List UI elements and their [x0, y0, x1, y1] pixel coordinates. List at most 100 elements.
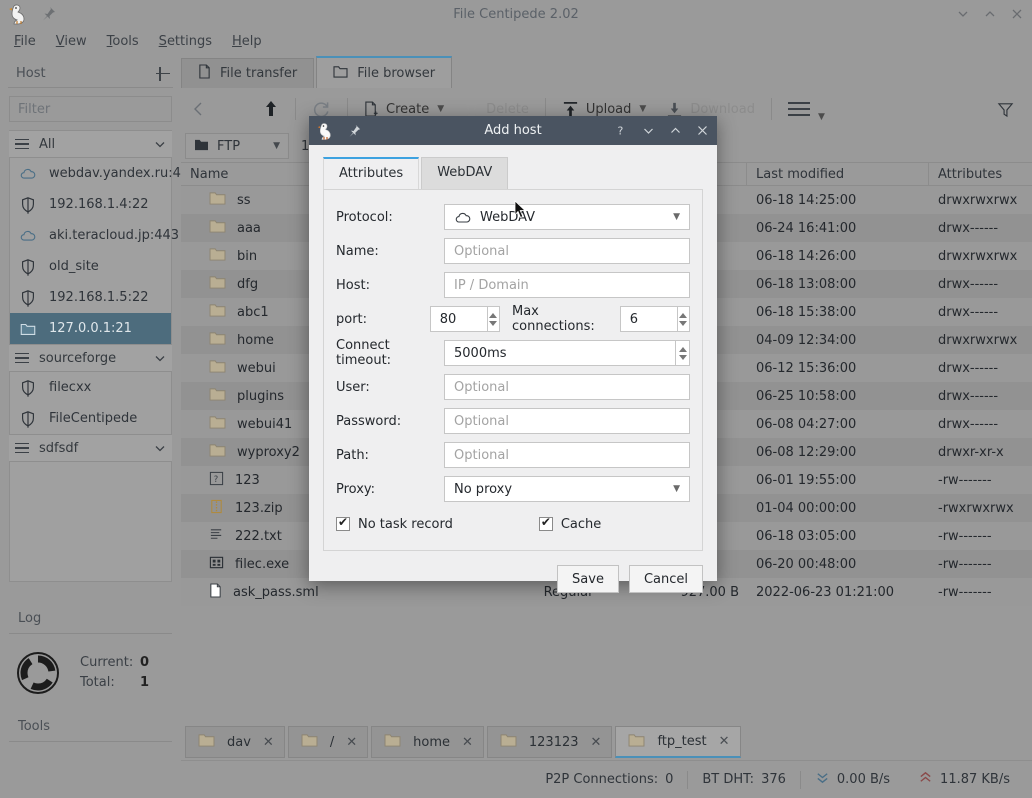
menu-file[interactable]: File [14, 34, 36, 49]
status-bar: P2P Connections: 0 BT DHT: 376 0.00 B/s … [181, 760, 1032, 798]
chevron-down-icon[interactable]: ▼ [273, 141, 280, 151]
sidebar-item-webdav-yandex[interactable]: webdav.yandex.ru:443 [10, 158, 197, 189]
sidebar-item-192-168-1-5[interactable]: 192.168.1.5:22 [10, 282, 171, 313]
close-icon[interactable]: ✕ [346, 735, 357, 750]
maximize-icon[interactable] [669, 124, 682, 137]
name-input[interactable]: Optional [444, 238, 690, 264]
log-total-label: Total: [80, 675, 115, 690]
close-icon[interactable]: ✕ [719, 734, 730, 749]
proxy-select[interactable]: No proxy ▼ [444, 476, 690, 502]
sidebar-item-old-site[interactable]: old_site [10, 251, 171, 282]
pin-icon[interactable] [347, 124, 361, 138]
cell-modified: 06-18 03:05:00 [756, 528, 857, 544]
dialog-tab-attributes[interactable]: Attributes [323, 157, 420, 189]
cell-attributes: -rwxrwxrwx [938, 500, 1014, 516]
dialog-tab-webdav[interactable]: WebDAV [421, 157, 509, 189]
stepper-up-icon[interactable] [489, 312, 498, 318]
close-icon[interactable] [1010, 7, 1024, 21]
sidebar-group-all[interactable]: All [9, 130, 172, 158]
forward-button[interactable] [217, 94, 253, 124]
up-button[interactable] [253, 94, 289, 124]
sidebar-item-filecxx[interactable]: filecxx [10, 372, 171, 403]
session-tab-home[interactable]: home ✕ [371, 726, 484, 758]
cell-attributes: drwxrwxrwx [938, 332, 1018, 348]
sidebar-group-sourceforge[interactable]: sourceforge [9, 344, 172, 372]
chevron-down-icon[interactable] [154, 138, 166, 150]
cancel-button[interactable]: Cancel [628, 565, 703, 593]
session-tab-ftp-test[interactable]: ftp_test ✕ [615, 726, 741, 758]
chevron-down-icon[interactable]: ▼ [818, 112, 825, 122]
stepper-down-icon[interactable] [678, 354, 687, 360]
sidebar-item-127-0-0-1[interactable]: 127.0.0.1:21 [10, 313, 171, 344]
close-icon[interactable] [696, 124, 709, 137]
sidebar-item-aki-teracloud[interactable]: aki.teracloud.jp:443 [10, 220, 179, 251]
close-icon[interactable]: ✕ [591, 735, 602, 750]
sidebar-item-192-168-1-4[interactable]: 192.168.1.4:22 [10, 189, 171, 220]
menu-view[interactable]: View [56, 34, 87, 49]
sidebar-group-sdfsdf-label: sdfsdf [39, 440, 79, 456]
password-input[interactable]: Optional [444, 408, 690, 434]
timeout-input[interactable]: 5000ms [444, 340, 676, 366]
name-label: Name: [336, 243, 379, 259]
toolbar-separator [770, 98, 772, 120]
shield-icon [18, 195, 38, 215]
tab-file-transfer[interactable]: File transfer [181, 58, 315, 88]
column-header-modified[interactable]: Last modified [747, 163, 929, 185]
stepper-up-icon[interactable] [679, 312, 688, 318]
back-button[interactable] [181, 94, 217, 124]
menu-help[interactable]: Help [232, 34, 262, 49]
close-icon[interactable]: ✕ [462, 735, 473, 750]
chevron-down-icon[interactable] [154, 442, 166, 454]
shield-icon [18, 409, 38, 429]
sidebar-item-label: filecxx [49, 380, 92, 395]
column-header-attributes[interactable]: Attributes [929, 163, 1032, 185]
pin-icon[interactable] [40, 6, 56, 22]
session-tab-root[interactable]: / ✕ [287, 726, 369, 758]
stepper-up-icon[interactable] [678, 346, 687, 352]
stepper-down-icon[interactable] [489, 320, 498, 326]
close-icon[interactable]: ✕ [263, 735, 274, 750]
port-stepper[interactable] [487, 306, 500, 332]
main-tabstrip: File transfer File browser [181, 56, 1032, 88]
menubar: File View Tools Settings Help [0, 28, 1032, 54]
file-name-label: webui41 [237, 416, 293, 432]
no-task-record-checkbox[interactable] [336, 515, 350, 531]
stepper-down-icon[interactable] [679, 320, 688, 326]
session-tab-dav[interactable]: dav ✕ [185, 726, 285, 758]
menu-help-rest: elp [241, 33, 262, 49]
sidebar-group-sdfsdf[interactable]: sdfsdf [9, 434, 172, 462]
chevron-down-icon[interactable] [154, 352, 166, 364]
minimize-icon[interactable] [956, 7, 970, 21]
timeout-stepper[interactable] [676, 340, 690, 366]
minimize-icon[interactable] [642, 124, 655, 137]
menu-tools[interactable]: Tools [107, 34, 139, 49]
toolbar-menu-button[interactable]: ▼ [778, 94, 835, 124]
sidebar-item-filecentipede[interactable]: FileCentipede [10, 403, 171, 434]
tab-file-browser[interactable]: File browser [316, 56, 453, 88]
save-button[interactable]: Save [557, 565, 619, 593]
maxconn-stepper[interactable] [677, 306, 690, 332]
cache-checkbox[interactable] [538, 515, 553, 531]
maxconn-input[interactable]: 6 [619, 306, 678, 332]
add-host-button[interactable] [153, 64, 173, 84]
tools-body [0, 742, 181, 798]
protocol-selector[interactable]: FTP ▼ [185, 133, 289, 159]
filter-input[interactable]: Filter [9, 96, 172, 122]
port-input[interactable]: 80 [429, 306, 488, 332]
menu-settings[interactable]: Settings [159, 34, 212, 49]
filter-funnel-button[interactable] [987, 94, 1032, 124]
chevron-down-icon[interactable]: ▼ [437, 104, 444, 114]
status-p2p-value: 0 [665, 772, 674, 787]
add-host-dialog: Add host ? Attributes WebDAV Protocol: W… [309, 116, 717, 593]
cell-modified: 06-20 00:48:00 [756, 556, 857, 572]
host-input[interactable]: IP / Domain [444, 272, 690, 298]
user-input[interactable]: Optional [444, 374, 690, 400]
chevron-down-icon[interactable]: ▼ [639, 104, 646, 114]
maximize-icon[interactable] [983, 7, 997, 21]
protocol-select[interactable]: WebDAV ▼ [444, 204, 690, 230]
path-input-field[interactable]: Optional [444, 442, 690, 468]
chevron-down-icon[interactable]: ▼ [673, 212, 680, 222]
chevron-down-icon[interactable]: ▼ [673, 484, 680, 494]
session-tab-123123[interactable]: 123123 ✕ [486, 726, 613, 758]
help-icon[interactable]: ? [615, 124, 628, 138]
